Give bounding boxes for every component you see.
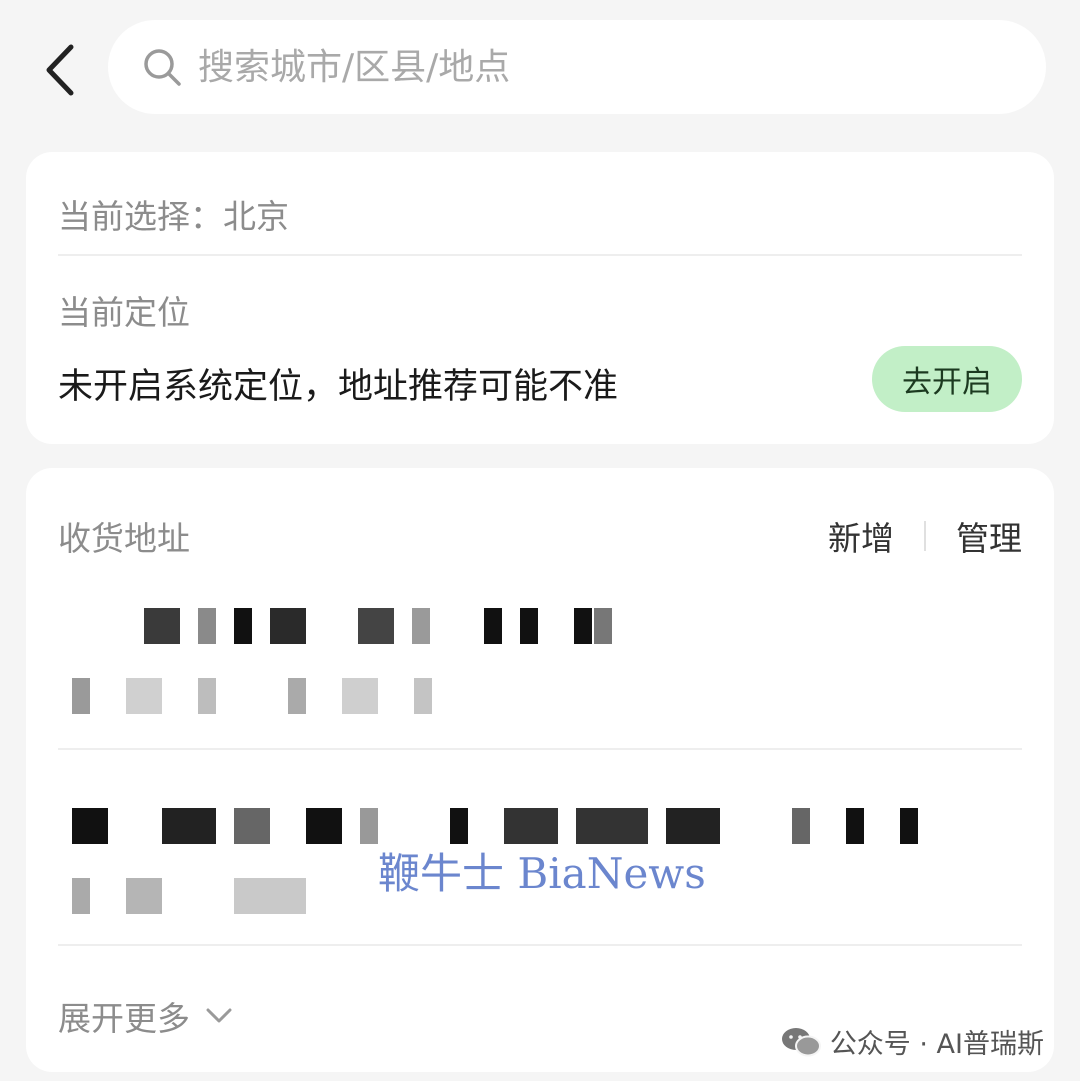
back-button[interactable] (30, 40, 90, 100)
redacted-address-detail (60, 878, 360, 914)
current-selection: 当前选择：北京 (58, 190, 289, 238)
chevron-down-icon (206, 1008, 232, 1023)
current-location-card: 当前选择：北京 当前定位 未开启系统定位，地址推荐可能不准 去开启 (26, 152, 1054, 444)
location-message: 未开启系统定位，地址推荐可能不准 (58, 367, 619, 407)
expand-more-label: 展开更多 (58, 999, 190, 1038)
watermark-center: 鞭牛士 BiaNews (378, 849, 706, 898)
redacted-address-line (60, 608, 620, 644)
address-item[interactable] (26, 598, 1054, 748)
manage-address-button[interactable]: 管理 (956, 512, 1022, 560)
address-title: 收货地址 (58, 519, 190, 558)
divider (924, 521, 926, 551)
divider (58, 748, 1022, 750)
current-city[interactable]: 北京 (223, 197, 289, 236)
address-actions: 新增 管理 (828, 512, 1022, 560)
location-title: 当前定位 (58, 293, 190, 332)
watermark-corner: 公众号 · AI普瑞斯 (780, 1022, 1044, 1061)
add-address-button[interactable]: 新增 (828, 512, 894, 560)
search-icon (140, 45, 184, 89)
back-arrow-icon (46, 44, 74, 96)
enable-location-button[interactable]: 去开启 (872, 346, 1022, 412)
redacted-address-line (60, 808, 940, 844)
redacted-address-detail (60, 678, 460, 714)
divider (58, 944, 1022, 946)
divider (58, 254, 1022, 256)
watermark-corner-text: 公众号 · AI普瑞斯 (829, 1029, 1044, 1060)
address-card: 收货地址 新增 管理 展开更多 (26, 468, 1054, 1072)
expand-more-button[interactable]: 展开更多 (58, 992, 234, 1040)
search-input[interactable] (196, 45, 1000, 89)
wechat-icon (781, 1027, 821, 1056)
current-selection-label: 当前选择： (58, 197, 223, 236)
search-bar[interactable] (108, 20, 1046, 114)
